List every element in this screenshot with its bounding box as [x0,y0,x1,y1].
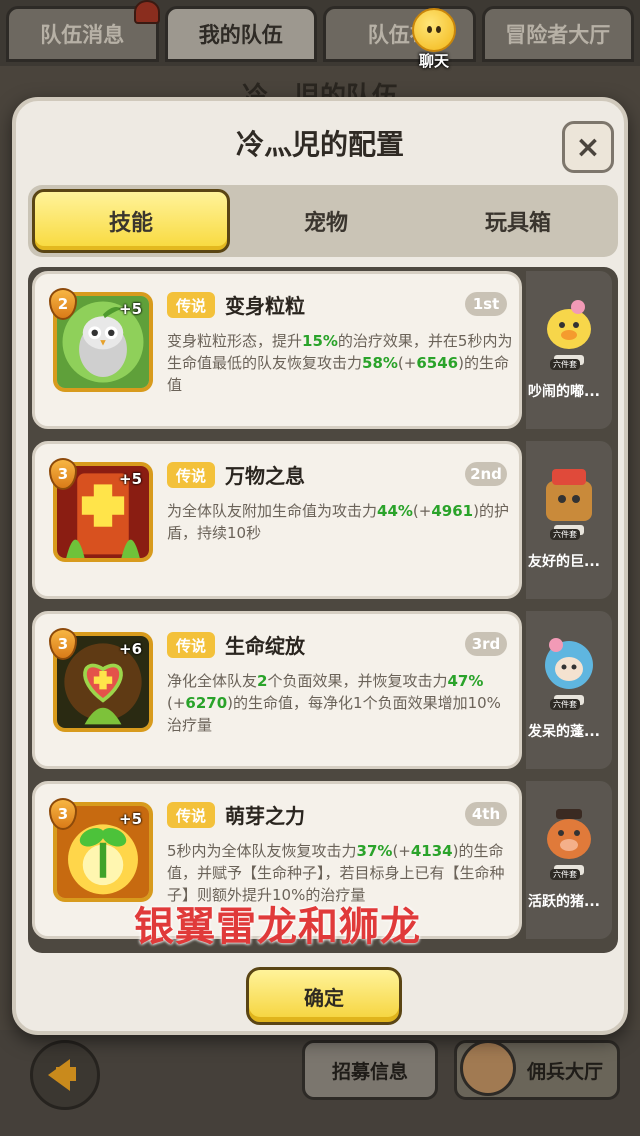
chat-face-icon [412,8,456,52]
chat-button[interactable]: 聊天 [402,8,466,72]
skill-order-badge: 3rd [465,632,507,656]
bell-icon [134,0,160,24]
rarity-badge: 传说 [167,802,215,828]
skill-name: 变身粒粒 [225,294,305,318]
pet-set-tag: 六件套 [550,869,580,880]
pet-set-tag: 六件套 [550,699,580,710]
skill-order-badge: 1st [465,292,507,316]
skill-name: 萌芽之力 [225,804,305,828]
back-arrow-icon-tail [56,1067,76,1081]
skill-card[interactable]: 3 +5 传说 万物之息 2nd 为全体队友附加生命值为攻击力44%(+4961… [32,441,522,599]
mercenary-avatar [460,1040,516,1096]
pet-set-tag: 六件套 [550,529,580,540]
skill-card[interactable]: 2 +5 传说 变身粒粒 1st 变身粒粒形态，提升15%的治疗效果，并在5秒内… [32,271,522,429]
skill-order-badge: 2nd [465,462,507,486]
skill-plus-badge: +5 [119,470,143,488]
skill-plus-badge: +5 [119,810,143,828]
close-button[interactable]: × [562,121,614,173]
rarity-badge: 传说 [167,632,215,658]
dialog-tab-bar: 技能 宠物 玩具箱 [28,185,618,257]
bg-tab-my-team: 我的队伍 [164,6,317,62]
watermark-text: 银翼雷龙和狮龙 [134,904,421,950]
pet-name: 活跃的猪... [528,894,600,910]
tab-pets[interactable]: 宠物 [230,189,422,253]
pet-name: 友好的巨... [528,554,600,570]
skill-description: 净化全体队友2个负面效果，并恢复攻击力47%(+6270)的生命值，每净化1个负… [167,672,501,734]
pet-name: 发呆的蓬... [528,724,600,740]
recruit-info-button: 招募信息 [302,1040,438,1100]
skill-order-badge: 4th [465,802,507,826]
bg-tab-adventurer-hall: 冒险者大厅 [481,6,634,62]
skill-name: 生命绽放 [225,634,305,658]
skill-plus-badge: +5 [119,300,143,318]
tab-toybox[interactable]: 玩具箱 [422,189,614,253]
skill-description: 变身粒粒形态，提升15%的治疗效果，并在5秒内为生命值最低的队友恢复攻击力58%… [167,332,513,394]
skill-list[interactable]: 2 +5 传说 变身粒粒 1st 变身粒粒形态，提升15%的治疗效果，并在5秒内… [28,267,618,953]
tab-skills[interactable]: 技能 [32,189,230,253]
skill-card[interactable]: 3 +6 传说 生命绽放 3rd 净化全体队友2个负面效果，并恢复攻击力47%(… [32,611,522,769]
pet-name: 吵闹的嘟... [528,384,600,400]
pet-slot[interactable]: 六件套 吵闹的嘟... [526,271,612,429]
rarity-badge: 传说 [167,292,215,318]
rarity-badge: 传说 [167,462,215,488]
background-tab-bar: 队伍消息 我的队伍 队伍布 冒险者大厅 [0,0,640,66]
skill-name: 万物之息 [225,464,305,488]
pet-slot[interactable]: 六件套 发呆的蓬... [526,611,612,769]
skill-plus-badge: +6 [119,640,143,658]
pet-set-tag: 六件套 [550,359,580,370]
skill-description: 为全体队友附加生命值为攻击力44%(+4961)的护盾，持续10秒 [167,502,509,542]
pet-slot[interactable]: 六件套 活跃的猪... [526,781,612,939]
confirm-button[interactable]: 确定 [246,967,402,1025]
pet-slot[interactable]: 六件套 友好的巨... [526,441,612,599]
dialog-title: 冷灬児的配置 [235,128,404,161]
chat-label: 聊天 [418,52,449,70]
